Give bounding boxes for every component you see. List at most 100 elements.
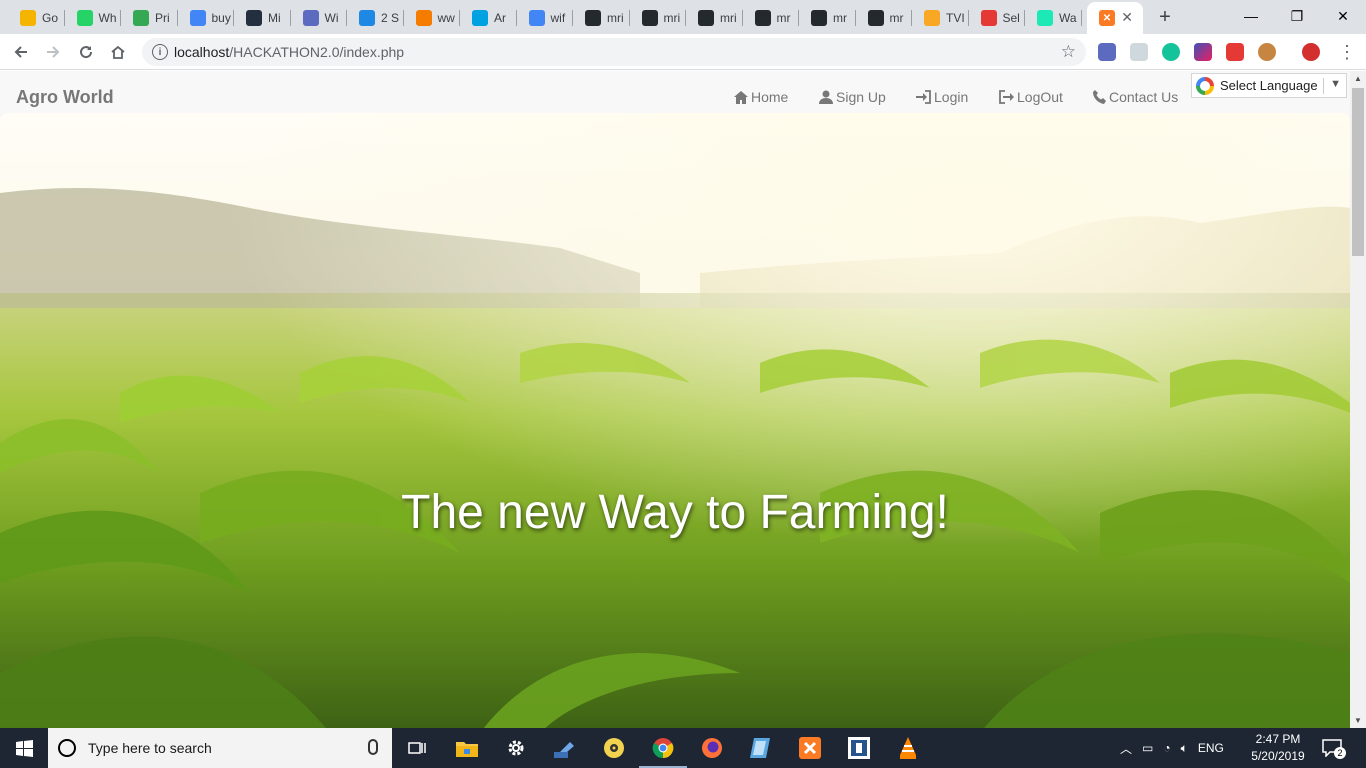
google-icon xyxy=(528,10,545,26)
browser-tab[interactable]: mr xyxy=(743,2,799,34)
clock-date: 5/20/2019 xyxy=(1251,749,1305,763)
file-explorer-icon[interactable] xyxy=(455,736,479,760)
browser-tab[interactable]: Pri xyxy=(121,2,178,34)
browser-tab[interactable]: Wi xyxy=(291,2,347,34)
web-page: Agro World Home Sign Up Login LogOut Con… xyxy=(0,71,1350,728)
browser-tab[interactable]: mri xyxy=(686,2,743,34)
nav-login[interactable]: Login xyxy=(916,89,968,105)
scroll-up-icon[interactable]: ▲ xyxy=(1354,74,1362,83)
url-text: localhost/HACKATHON2.0/index.php xyxy=(174,44,405,60)
chrome-taskbar-icon[interactable] xyxy=(639,736,687,768)
tab-label: ww xyxy=(437,11,455,25)
heart-icon xyxy=(980,10,997,26)
xampp-taskbar-icon[interactable] xyxy=(798,736,822,760)
nav-home[interactable]: Home xyxy=(734,89,788,105)
site-brand[interactable]: Agro World xyxy=(16,87,114,108)
browser-tab[interactable]: Go xyxy=(8,2,65,34)
tab-label: 2 S xyxy=(381,11,400,25)
pdf-icon[interactable] xyxy=(1226,43,1244,61)
back-arrow-icon xyxy=(14,46,27,58)
nav-logout[interactable]: LogOut xyxy=(999,89,1063,105)
browser-tab[interactable]: 2 S xyxy=(347,2,404,34)
info-icon[interactable]: i xyxy=(152,44,168,60)
new-tab-button[interactable]: + xyxy=(1151,5,1179,29)
github-icon xyxy=(641,10,658,26)
profile-avatar-icon[interactable] xyxy=(1302,43,1320,61)
settings-gear-icon[interactable] xyxy=(504,736,528,760)
volume-icon[interactable]: 🔈︎ xyxy=(1181,741,1188,756)
scroll-down-icon[interactable]: ▼ xyxy=(1354,716,1362,725)
taskbar-search-box[interactable]: Type here to search xyxy=(48,728,392,768)
browser-tab[interactable]: Wa xyxy=(1025,2,1082,34)
browser-tab[interactable]: Ar xyxy=(460,2,517,34)
firefox-icon[interactable] xyxy=(700,736,724,760)
logout-icon xyxy=(999,90,1014,104)
maximize-button[interactable]: ❐ xyxy=(1274,0,1320,32)
address-bar[interactable]: i localhost/HACKATHON2.0/index.php ☆ xyxy=(142,38,1086,66)
grammarly-icon[interactable] xyxy=(1162,43,1180,61)
browser-tab[interactable]: buy xyxy=(178,2,234,34)
tab-active[interactable]: ✕ ✕ xyxy=(1087,2,1143,34)
tab-separator xyxy=(1080,10,1082,26)
tab-label: mri xyxy=(607,11,624,25)
github-icon xyxy=(585,10,601,26)
cortana-icon xyxy=(58,739,76,757)
browser-tab[interactable]: TVI xyxy=(912,2,969,34)
language-indicator[interactable]: ENG xyxy=(1198,741,1224,755)
bracket-app-icon[interactable] xyxy=(847,736,871,760)
tab-label: Wh xyxy=(98,11,117,25)
tray-expand-icon[interactable]: ︿ xyxy=(1120,740,1132,757)
close-window-button[interactable]: ✕ xyxy=(1320,0,1366,32)
forward-button[interactable] xyxy=(40,39,66,65)
microphone-icon[interactable] xyxy=(368,739,378,755)
extension-copy-icon[interactable] xyxy=(1130,43,1148,61)
browser-tab[interactable]: Sel xyxy=(969,2,1025,34)
reload-button[interactable] xyxy=(73,39,99,65)
play-icon xyxy=(133,10,149,26)
browser-tab[interactable]: mri xyxy=(573,2,630,34)
browser-tab[interactable]: mr xyxy=(799,2,856,34)
login-icon xyxy=(916,90,931,104)
home-button[interactable] xyxy=(105,39,131,65)
extension-square-icon[interactable] xyxy=(1194,43,1212,61)
start-button[interactable] xyxy=(0,728,48,768)
google-translate-select[interactable]: Select Language ▼ xyxy=(1191,73,1347,98)
nav-contact-us[interactable]: Contact Us xyxy=(1093,89,1178,105)
close-tab-icon[interactable]: ✕ xyxy=(1121,9,1133,26)
pen-app-icon[interactable] xyxy=(553,736,577,760)
browser-tab[interactable]: ww xyxy=(404,2,460,34)
minimize-button[interactable]: — xyxy=(1228,0,1274,32)
tab-label: Sel xyxy=(1002,11,1020,25)
browser-tab[interactable]: Mi xyxy=(234,2,291,34)
nav-logout-label: LogOut xyxy=(1017,89,1063,105)
notes-app-icon[interactable] xyxy=(749,736,773,760)
task-view-icon[interactable] xyxy=(405,736,429,760)
back-button[interactable] xyxy=(8,39,34,65)
nav-sign-up[interactable]: Sign Up xyxy=(819,89,886,105)
shield-icon xyxy=(302,10,319,26)
scrollbar-thumb[interactable] xyxy=(1352,88,1364,256)
battery-icon[interactable]: ▭ xyxy=(1142,741,1153,755)
tab-label: Pri xyxy=(155,11,170,25)
tab-label: Go xyxy=(42,11,59,25)
cookie-icon[interactable] xyxy=(1258,43,1276,61)
page-scrollbar[interactable]: ▲ ▼ xyxy=(1350,71,1366,728)
vlc-icon[interactable] xyxy=(896,736,920,760)
github-icon xyxy=(698,10,714,26)
system-tray: ︿ ▭ ◔ 🔈︎ ENG xyxy=(1120,728,1224,768)
bookmark-star-icon[interactable]: ☆ xyxy=(1061,42,1076,62)
media-disc-icon[interactable] xyxy=(602,736,626,760)
browser-tab[interactable]: mri xyxy=(630,2,686,34)
nav-login-label: Login xyxy=(934,89,969,105)
play-icon xyxy=(1037,10,1053,26)
browser-tab[interactable]: wif xyxy=(517,2,573,34)
action-center-button[interactable]: 2 xyxy=(1322,728,1346,768)
browser-tab[interactable]: Wh xyxy=(65,2,121,34)
extension-puzzle-icon[interactable] xyxy=(1098,43,1116,61)
browser-tab[interactable]: mr xyxy=(856,2,912,34)
wifi-icon[interactable]: ◔ xyxy=(1163,741,1170,755)
hero-title: The new Way to Farming! xyxy=(401,486,949,539)
taskbar-clock[interactable]: 2:47 PM 5/20/2019 xyxy=(1248,731,1308,765)
chat-icon xyxy=(359,10,375,26)
menu-button[interactable]: ⋮ xyxy=(1334,39,1360,65)
